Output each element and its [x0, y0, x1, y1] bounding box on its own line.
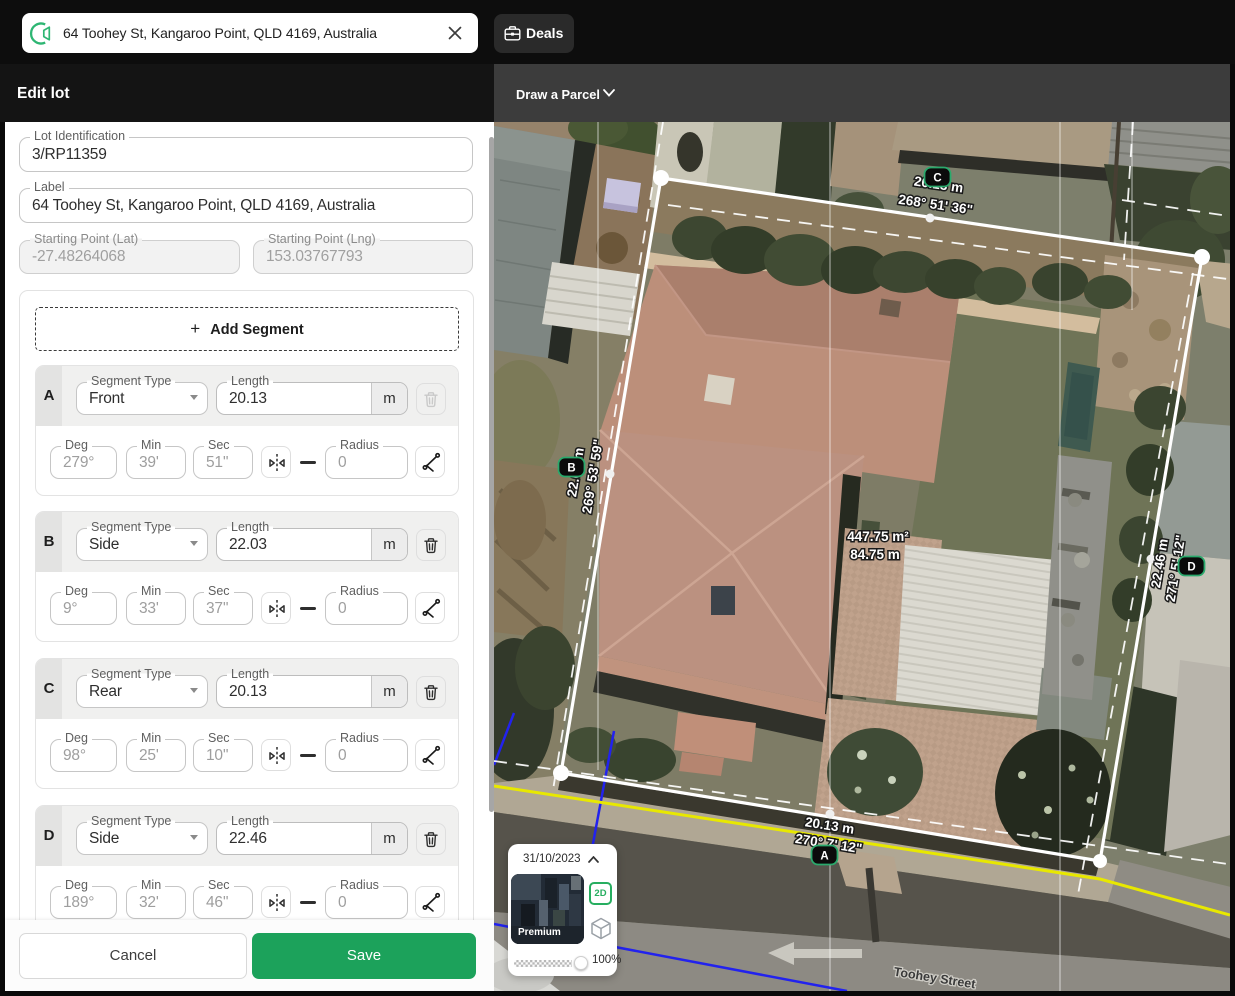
svg-text:C: C: [933, 173, 941, 185]
svg-text:B: B: [567, 463, 575, 475]
svg-text:84.75 m: 84.75 m: [850, 547, 900, 562]
svg-text:D: D: [1187, 562, 1195, 574]
svg-text:447.75 m²: 447.75 m²: [847, 529, 909, 544]
svg-text:A: A: [820, 851, 828, 863]
